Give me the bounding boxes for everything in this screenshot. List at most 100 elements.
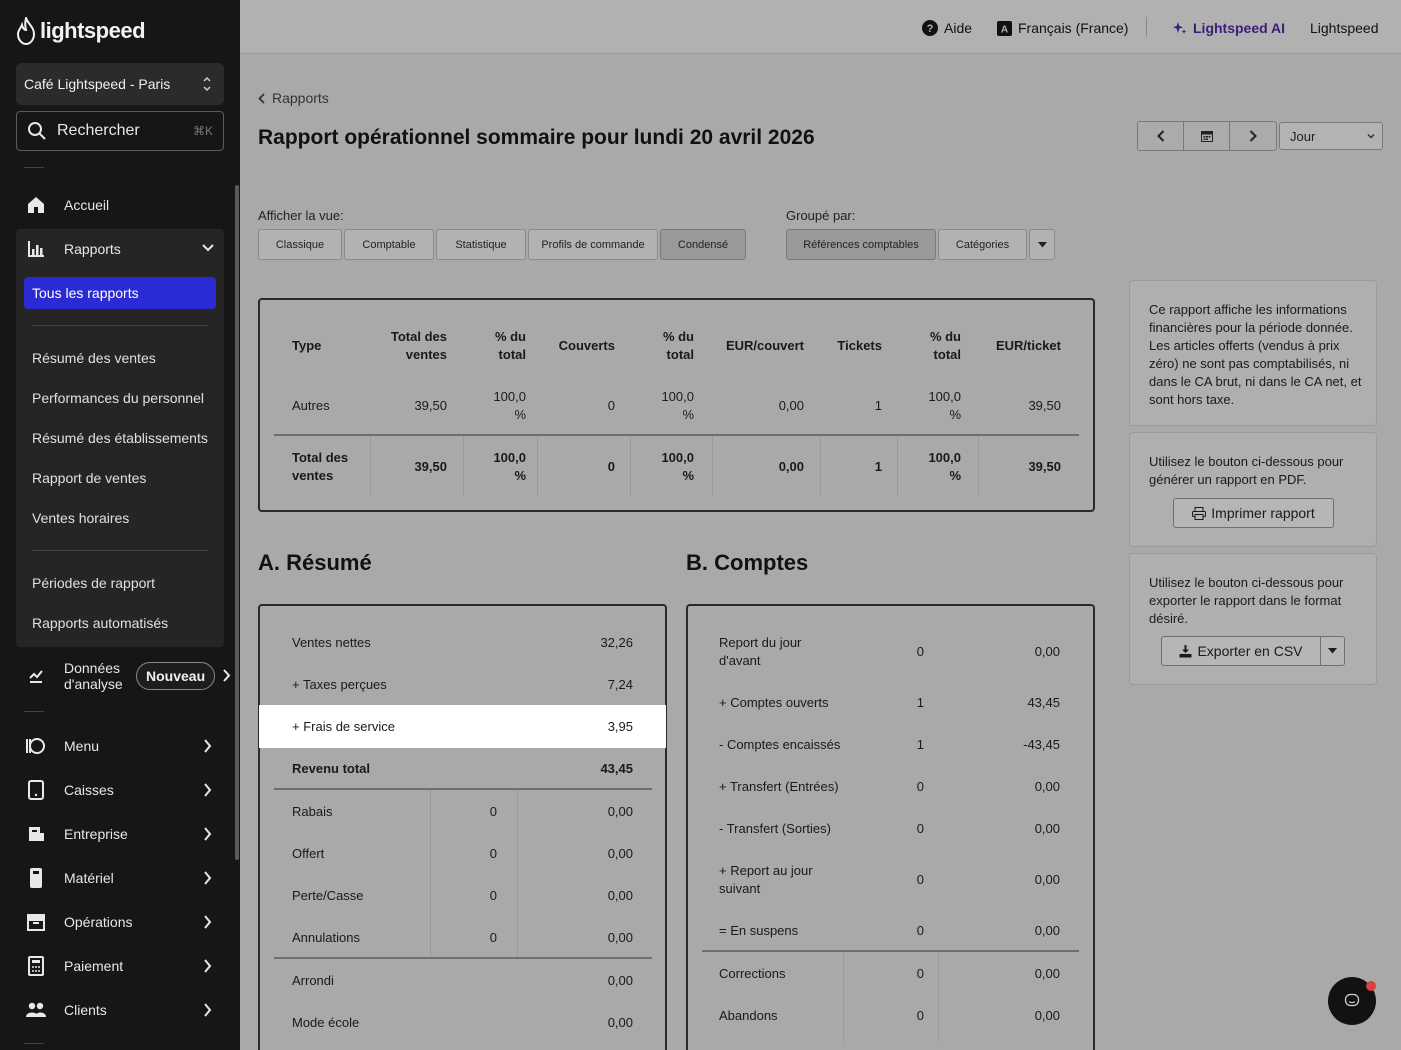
sidebar-item-label: Clients: [64, 1002, 107, 1018]
view-accounting-button[interactable]: Comptable: [344, 229, 434, 260]
comptes-label: - Transfert (Sorties): [719, 821, 831, 836]
resume-value: 0,00: [607, 1015, 633, 1030]
column-divider: [820, 436, 821, 496]
comptes-label: Corrections: [719, 966, 786, 981]
next-day-button[interactable]: [1230, 122, 1276, 150]
comptes-count: 0: [916, 644, 924, 659]
sidebar-item-home[interactable]: Accueil: [16, 185, 224, 225]
export-csv-button[interactable]: Exporter en CSV: [1161, 636, 1321, 666]
sidebar-subitem-report-periods[interactable]: Périodes de rapport: [32, 575, 155, 591]
pdf-card: Utilisez le bouton ci-dessous pour génér…: [1129, 432, 1377, 547]
header-line: % du: [929, 329, 961, 344]
export-format-dropdown[interactable]: [1320, 636, 1345, 666]
sidebar-item-all-reports[interactable]: Tous les rapports: [24, 277, 216, 309]
sidebar-subitem-establishments[interactable]: Résumé des établissements: [32, 430, 208, 446]
header-pct-covers: % du total: [633, 328, 694, 364]
print-report-button[interactable]: Imprimer rapport: [1173, 498, 1334, 528]
resume-count: 0: [489, 930, 497, 945]
brand-name: lightspeed: [40, 18, 146, 43]
question-circle-icon: ?: [922, 20, 938, 36]
chevron-right-icon: [204, 827, 212, 841]
sidebar-item-payment[interactable]: Paiement: [16, 946, 224, 986]
topbar-separator: [1146, 17, 1147, 37]
sidebar-subitem-automated-reports[interactable]: Rapports automatisés: [32, 615, 168, 631]
resume-label: + Taxes perçues: [292, 677, 387, 692]
language-selector[interactable]: A Français (France): [997, 18, 1128, 38]
text-line: Utilisez le bouton ci-dessous pour: [1149, 454, 1344, 469]
sidebar-item-reports[interactable]: Rapports: [16, 229, 224, 269]
sidebar-subitem-sales-report[interactable]: Rapport de ventes: [32, 470, 146, 486]
analytics-label: Données d'analyse: [64, 660, 123, 692]
comptes-value: 0,00: [1034, 966, 1060, 981]
sidebar-item-hardware[interactable]: Matériel: [16, 858, 224, 898]
view-order-profiles-button[interactable]: Profils de commande: [528, 229, 658, 260]
cell-line: + Report au jour: [719, 863, 813, 878]
breadcrumb[interactable]: Rapports: [258, 90, 329, 106]
resume-label: Rabais: [292, 804, 333, 819]
menu-book-icon: [24, 734, 48, 758]
help-link[interactable]: ? Aide: [922, 18, 972, 38]
resume-label: Mode école: [292, 1015, 360, 1030]
language-label: Français (France): [1018, 20, 1129, 36]
header-line: total: [933, 347, 961, 362]
account-menu[interactable]: Lightspeed: [1310, 18, 1379, 38]
chevron-right-icon: [204, 871, 212, 885]
search-button[interactable]: Rechercher ⌘K: [16, 111, 224, 151]
svg-text:A: A: [1001, 24, 1008, 35]
text-line: zéro) ne sont pas comptabilisés, ni: [1149, 356, 1350, 371]
group-accounting-refs-button[interactable]: Références comptables: [786, 229, 936, 260]
venue-selector[interactable]: Café Lightspeed - Paris: [16, 63, 224, 105]
row-eur-ticket: 39,50: [1028, 398, 1061, 413]
previous-day-button[interactable]: [1138, 122, 1184, 150]
view-statistics-button[interactable]: Statistique: [436, 229, 526, 260]
calendar-button[interactable]: [1184, 122, 1230, 150]
sidebar-subitem-hourly-sales[interactable]: Ventes horaires: [32, 510, 129, 526]
resume-value: 32,26: [600, 635, 633, 650]
date-navigation: [1137, 121, 1277, 151]
users-icon: [24, 998, 48, 1022]
comptes-label: - Comptes encaissés: [719, 737, 841, 752]
view-classic-button[interactable]: Classique: [258, 229, 342, 260]
table-divider: [702, 950, 1079, 952]
sidebar-item-label: Menu: [64, 738, 100, 754]
chevron-right-icon: [204, 739, 212, 753]
caret-down-icon: [1328, 648, 1337, 654]
total-label: Total des ventes: [292, 449, 348, 485]
divider: [24, 167, 44, 168]
divider: [24, 711, 44, 712]
group-categories-button[interactable]: Catégories: [938, 229, 1027, 260]
period-select[interactable]: Jour: [1279, 122, 1383, 150]
total-sales: 39,50: [414, 459, 447, 474]
sidebar-item-operations[interactable]: Opérations: [16, 902, 224, 942]
header-tickets: Tickets: [837, 338, 882, 353]
lightspeed-ai-button[interactable]: Lightspeed AI: [1173, 18, 1285, 38]
sidebar-item-menu[interactable]: Menu: [16, 726, 224, 766]
sidebar-item-registers[interactable]: Caisses: [16, 770, 224, 810]
group-label: Groupé par:: [786, 208, 856, 223]
sidebar-subitem-sales-summary[interactable]: Résumé des ventes: [32, 350, 156, 366]
cell-line: Report du jour: [719, 635, 802, 650]
sidebar-scrollbar[interactable]: [235, 185, 239, 860]
comptes-value: 0,00: [1034, 779, 1060, 794]
header-line: ventes: [405, 347, 447, 362]
sidebar-item-label: Opérations: [64, 914, 133, 930]
building-icon: [24, 822, 48, 846]
cell-line: 100,0: [493, 450, 526, 465]
sparkle-icon: [1173, 22, 1187, 34]
total-eur-cover: 0,00: [778, 459, 804, 474]
sidebar-item-label: Matériel: [64, 870, 114, 886]
comptes-label: = En suspens: [719, 923, 799, 938]
total-pct-tickets: 100,0%: [900, 449, 961, 485]
sidebar-item-customers[interactable]: Clients: [16, 990, 224, 1030]
comptes-count: 0: [916, 966, 924, 981]
sidebar-item-company[interactable]: Entreprise: [16, 814, 224, 854]
text-line: Utilisez le bouton ci-dessous pour: [1149, 575, 1344, 590]
resume-label: + Frais de service: [292, 719, 395, 734]
sidebar: lightspeed Café Lightspeed - Paris Reche…: [0, 0, 240, 1050]
text-line: Ce rapport affiche les informations: [1149, 302, 1347, 317]
lightspeed-logo[interactable]: lightspeed: [16, 16, 146, 46]
divider: [32, 550, 208, 551]
sidebar-subitem-staff-performance[interactable]: Performances du personnel: [32, 390, 204, 406]
group-more-dropdown[interactable]: [1029, 229, 1055, 260]
view-condensed-button[interactable]: Condensé: [660, 229, 746, 260]
